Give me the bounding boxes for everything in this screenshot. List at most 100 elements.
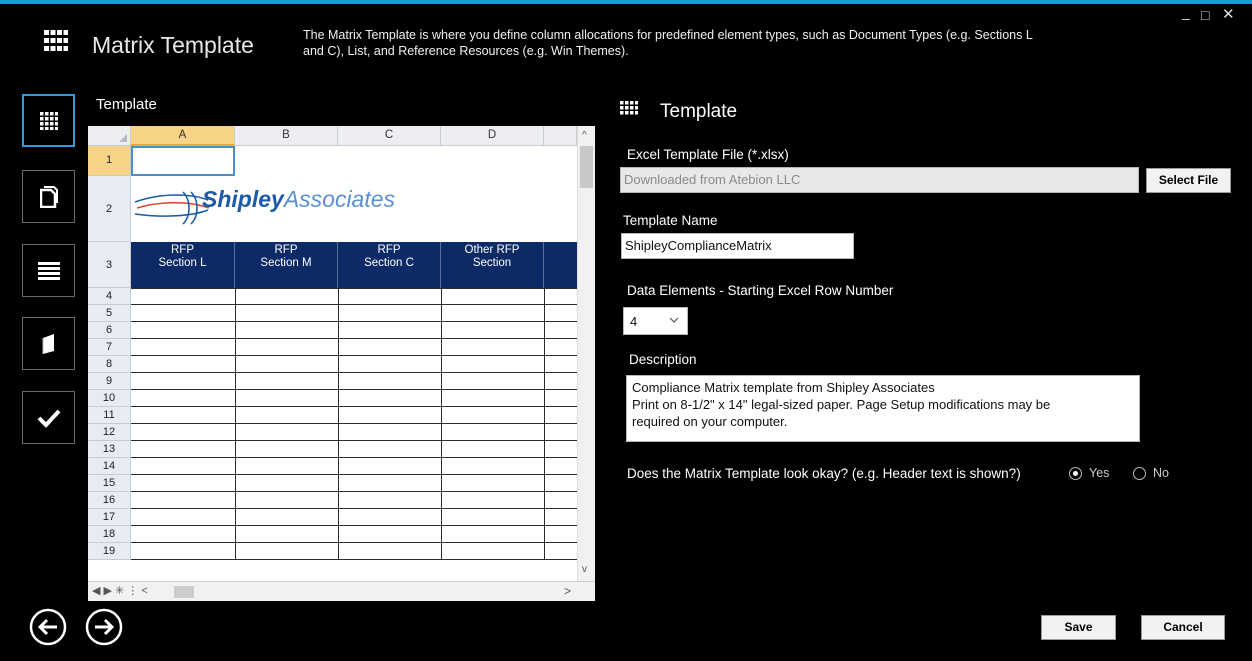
column-header-b[interactable]: B: [235, 126, 338, 146]
excel-file-label: Excel Template File (*.xlsx): [627, 147, 789, 162]
sidebar-item-list[interactable]: [22, 244, 75, 297]
row-header[interactable]: 15: [88, 475, 131, 492]
row-header[interactable]: 17: [88, 509, 131, 526]
sheet-tab-bar[interactable]: ◀ ▶ ✳ ⋮ < >: [88, 581, 595, 601]
header-cell: Other RFP Section: [441, 242, 544, 288]
row-header[interactable]: 8: [88, 356, 131, 373]
vertical-scrollbar[interactable]: ^ v: [577, 126, 595, 581]
sidebar-item-matrix[interactable]: [22, 94, 75, 147]
grid-line: [131, 440, 577, 441]
spreadsheet-preview[interactable]: A B C D 1 2 3 4 5 6 7 8 9 10 11 12 13 14 15 16 17 18 19…: [88, 126, 595, 601]
description-line: required on your computer.: [632, 414, 788, 429]
grid-line: [131, 288, 577, 289]
row-header[interactable]: 2: [88, 176, 131, 242]
row-header[interactable]: 14: [88, 458, 131, 475]
description-textarea[interactable]: Compliance Matrix template from Shipley …: [626, 375, 1140, 442]
scrollbar-thumb[interactable]: [580, 146, 593, 188]
maximize-button[interactable]: □: [1201, 7, 1209, 23]
grid-line: [131, 423, 577, 424]
form-title: Template: [660, 101, 738, 122]
select-file-button[interactable]: Select File: [1146, 168, 1231, 193]
grid-line: [131, 406, 577, 407]
grid-line: [131, 355, 577, 356]
starting-row-select[interactable]: 4: [623, 307, 688, 335]
horizontal-scrollbar-thumb[interactable]: [174, 586, 194, 598]
radio-no[interactable]: No: [1133, 466, 1169, 480]
select-all-corner[interactable]: [88, 126, 131, 146]
save-button[interactable]: Save: [1041, 615, 1116, 640]
minimize-button[interactable]: _: [1182, 4, 1190, 20]
radio-selected-icon: [1069, 466, 1082, 480]
preview-label: Template: [96, 96, 157, 113]
app-description: The Matrix Template is where you define …: [303, 28, 1033, 58]
header-cell: RFP Section M: [235, 242, 338, 288]
radio-no-label: No: [1153, 466, 1169, 480]
sheet-nav-controls[interactable]: ◀ ▶ ✳ ⋮ <: [92, 584, 148, 597]
shipley-logo-text: ShipleyAssociates: [202, 186, 396, 212]
grid-line: [131, 389, 577, 390]
selected-cell-a1[interactable]: [131, 146, 235, 176]
grid-icon: [39, 111, 58, 130]
grid-line: [131, 457, 577, 458]
starting-row-value: 4: [630, 314, 638, 329]
radio-yes[interactable]: Yes: [1069, 466, 1109, 480]
row-header[interactable]: 11: [88, 407, 131, 424]
chevron-down-icon: [669, 317, 679, 323]
book-icon: [42, 333, 54, 354]
checkmark-icon: [37, 409, 60, 428]
row-header[interactable]: 7: [88, 339, 131, 356]
close-button[interactable]: ✕: [1222, 5, 1235, 23]
grid-line: [131, 542, 577, 543]
description-label: Description: [629, 352, 697, 367]
grid-icon: [620, 101, 638, 115]
row-header[interactable]: 9: [88, 373, 131, 390]
grid-line: [544, 288, 545, 560]
starting-row-label: Data Elements - Starting Excel Row Numbe…: [627, 283, 894, 298]
sidebar-item-documents[interactable]: [22, 170, 75, 223]
radio-yes-label: Yes: [1089, 466, 1110, 480]
row-header[interactable]: 5: [88, 305, 131, 322]
column-header-a[interactable]: A: [131, 126, 235, 146]
sidebar-item-resources[interactable]: [22, 317, 75, 370]
row-header[interactable]: 12: [88, 424, 131, 441]
list-icon: [37, 261, 60, 280]
template-name-input[interactable]: ShipleyComplianceMatrix: [621, 233, 854, 259]
column-header-e[interactable]: [544, 126, 577, 146]
excel-file-field: Downloaded from Atebion LLC: [620, 167, 1139, 193]
scroll-down-icon[interactable]: v: [582, 564, 587, 575]
scroll-right-icon[interactable]: >: [564, 584, 571, 598]
row-header[interactable]: 3: [88, 242, 131, 288]
grid-line: [131, 559, 577, 560]
documents-icon: [39, 185, 58, 208]
header-cell: RFP Section L: [131, 242, 235, 288]
column-header-c[interactable]: C: [338, 126, 441, 146]
grid-line: [131, 304, 577, 305]
column-header-d[interactable]: D: [441, 126, 544, 146]
grid-line: [131, 338, 577, 339]
arrow-right-circle-icon[interactable]: [84, 607, 124, 647]
confirmation-question: Does the Matrix Template look okay? (e.g…: [627, 466, 1021, 481]
grid-line: [131, 321, 577, 322]
grid-line: [131, 525, 577, 526]
row-header[interactable]: 10: [88, 390, 131, 407]
scroll-up-icon[interactable]: ^: [582, 130, 587, 141]
row-header[interactable]: 1: [88, 146, 131, 176]
row-header[interactable]: 19: [88, 543, 131, 560]
sidebar-item-review[interactable]: [22, 391, 75, 444]
row-header[interactable]: 4: [88, 288, 131, 305]
template-name-label: Template Name: [623, 213, 718, 228]
grid-line: [131, 474, 577, 475]
row-header[interactable]: 16: [88, 492, 131, 509]
shipley-logo-mark: [134, 191, 210, 225]
grid-icon: [44, 30, 68, 51]
description-line: Compliance Matrix template from Shipley …: [632, 380, 935, 395]
grid-line: [131, 372, 577, 373]
row-header[interactable]: 6: [88, 322, 131, 339]
row-header[interactable]: 18: [88, 526, 131, 543]
description-line: Print on 8-1/2" x 14" legal-sized paper.…: [632, 397, 1051, 412]
window-top-accent: [0, 0, 1252, 4]
cancel-button[interactable]: Cancel: [1141, 615, 1225, 640]
grid-line: [235, 288, 236, 560]
row-header[interactable]: 13: [88, 441, 131, 458]
arrow-left-circle-icon[interactable]: [28, 607, 68, 647]
